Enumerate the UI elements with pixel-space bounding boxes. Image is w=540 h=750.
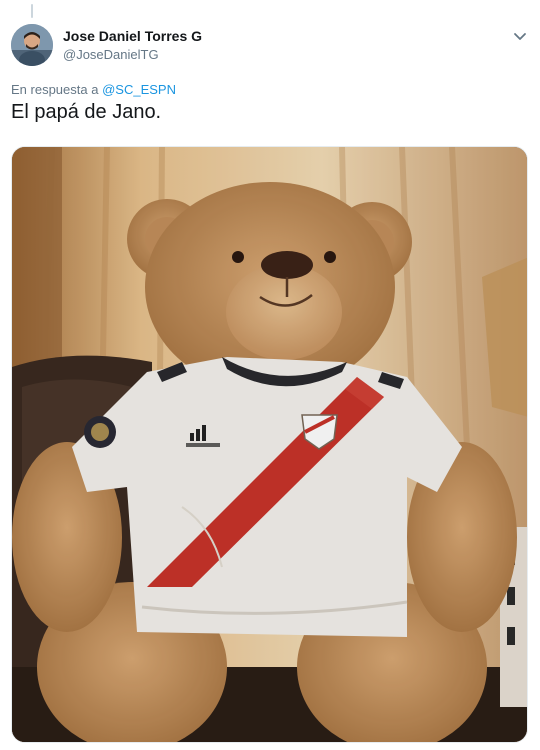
avatar-photo-icon <box>11 24 53 66</box>
tweet-text: El papá de Jano. <box>11 101 162 123</box>
thread-connector-line <box>31 4 33 18</box>
reply-mention-link[interactable]: @SC_ESPN <box>102 82 176 97</box>
reply-context: En respuesta a @SC_ESPN <box>11 82 176 97</box>
author-handle[interactable]: @JoseDanielTG <box>63 47 159 62</box>
reply-prefix: En respuesta a <box>11 82 99 97</box>
author-name[interactable]: Jose Daniel Torres G <box>63 28 202 44</box>
chevron-down-icon <box>514 33 526 40</box>
tweet-media-photo[interactable] <box>11 146 528 743</box>
author-avatar[interactable] <box>11 24 53 66</box>
more-options-button[interactable] <box>510 26 530 46</box>
teddy-bear-photo <box>12 147 527 742</box>
